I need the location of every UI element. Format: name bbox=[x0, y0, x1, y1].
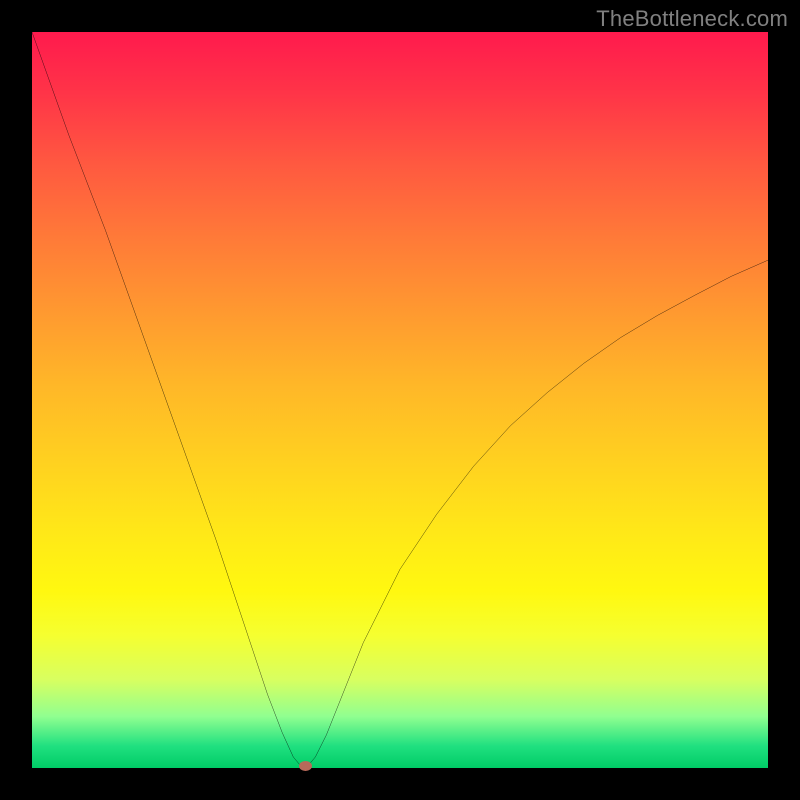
bottleneck-curve bbox=[32, 32, 768, 768]
optimal-marker bbox=[299, 761, 312, 771]
chart-frame: TheBottleneck.com bbox=[0, 0, 800, 800]
plot-area bbox=[32, 32, 768, 768]
watermark-text: TheBottleneck.com bbox=[596, 6, 788, 32]
